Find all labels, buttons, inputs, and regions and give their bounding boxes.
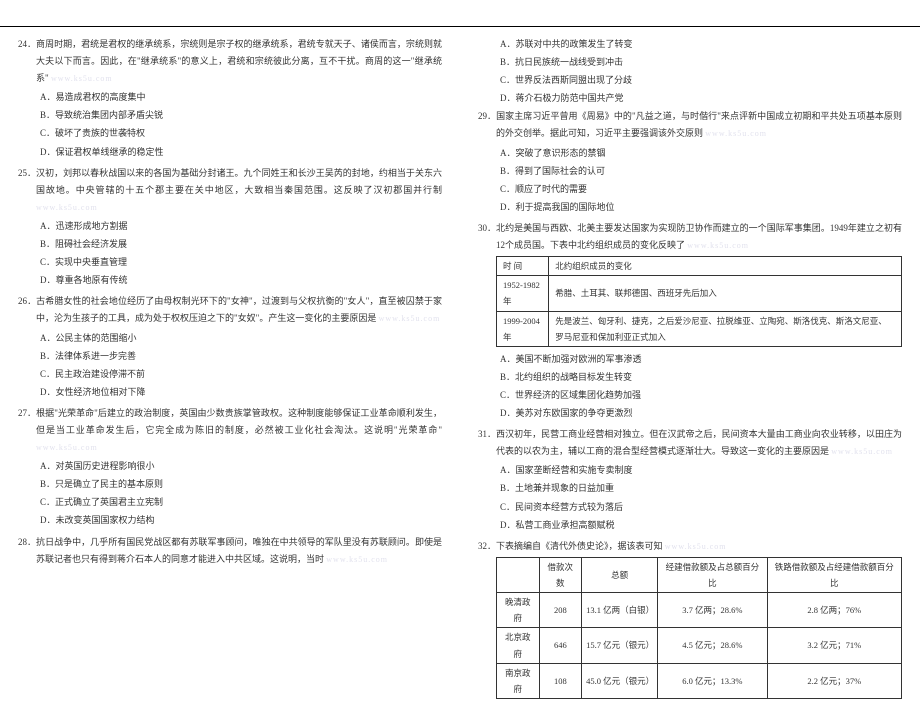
q32-r0c0: 晚清政府 — [497, 593, 540, 628]
q32-r2c1: 108 — [539, 663, 582, 698]
q32-r1c1: 646 — [539, 628, 582, 663]
q30-th-1: 北约组织成员的变化 — [549, 257, 902, 276]
q29-stem: 29．国家主席习近平曾用《周易》中的"凡益之道，与时偕行"来点评新中国成立初期和… — [478, 111, 902, 138]
watermark: www.ks5u.com — [687, 241, 749, 250]
q30-r1c1: 先是波兰、匈牙利、捷克，之后爱沙尼亚、拉脱维亚、立陶宛、斯洛伐克、斯洛文尼亚、罗… — [549, 311, 902, 346]
q28-option-d: D．蒋介石极力防范中国共产党 — [500, 90, 902, 107]
q30-option-b: B．北约组织的战略目标发生转变 — [500, 369, 902, 386]
q32-r0c3: 3.7 亿两；28.6% — [658, 593, 767, 628]
q27-option-a: A．对英国历史进程影响很小 — [40, 458, 442, 475]
q27-stem: 27．根据"光荣革命"后建立的政治制度，英国由少数贵族掌管政权。这种制度能够保证… — [18, 408, 442, 435]
question-27: 27．根据"光荣革命"后建立的政治制度，英国由少数贵族掌管政权。这种制度能够保证… — [18, 405, 442, 530]
q30-option-d: D．美苏对东欧国家的争夺更激烈 — [500, 405, 902, 422]
q24-option-c: C．破坏了贵族的世袭特权 — [40, 125, 442, 142]
q32-r1c3: 4.5 亿元；28.6% — [658, 628, 767, 663]
watermark: www.ks5u.com — [326, 555, 388, 564]
q25-option-c: C．实现中央垂直管理 — [40, 254, 442, 271]
watermark: www.ks5u.com — [379, 314, 441, 323]
q31-option-c: C．民间资本经营方式较为落后 — [500, 499, 902, 516]
q25-stem: 25．汉初，刘邦以春秋战国以来的各国为基础分封诸王。九个同姓王和长沙王吴芮的封地… — [18, 168, 442, 195]
watermark: www.ks5u.com — [665, 542, 727, 551]
question-25: 25．汉初，刘邦以春秋战国以来的各国为基础分封诸王。九个同姓王和长沙王吴芮的封地… — [18, 165, 442, 290]
question-30: 30．北约是美国与西欧、北美主要发达国家为实现防卫协作而建立的一个国际军事集团。… — [478, 220, 902, 422]
question-26: 26．古希腊女性的社会地位经历了由母权制光环下的"女神"，过渡到与父权抗衡的"女… — [18, 293, 442, 401]
q29-option-a: A．突破了意识形态的禁锢 — [500, 145, 902, 162]
q32-table: 借款次数 总额 经建借款额及占总额百分比 铁路借款额及占经建借款额百分比 晚清政… — [496, 557, 902, 699]
q32-r1c0: 北京政府 — [497, 628, 540, 663]
question-29: 29．国家主席习近平曾用《周易》中的"凡益之道，与时偕行"来点评新中国成立初期和… — [478, 108, 902, 216]
q32-r1c4: 3.2 亿元；71% — [767, 628, 901, 663]
q29-option-c: C．顺应了时代的需要 — [500, 181, 902, 198]
q31-option-b: B．土地兼并现象的日益加重 — [500, 480, 902, 497]
q29-option-d: D．利于提高我国的国际地位 — [500, 199, 902, 216]
question-24: 24．商周时期，君统是君权的继承统系，宗统则是宗子权的继承统系，君统专就天子、诸… — [18, 36, 442, 161]
q26-option-d: D．女性经济地位相对下降 — [40, 384, 442, 401]
q28-option-b: B．抗日民族统一战线受到冲击 — [500, 54, 902, 71]
question-28: 28．抗日战争中，几乎所有国民党战区都有苏联军事顾问，唯独在中共领导的军队里没有… — [18, 534, 442, 568]
q27-option-b: B．只是确立了民主的基本原则 — [40, 476, 442, 493]
q32-th-1: 借款次数 — [539, 557, 582, 592]
q31-option-a: A．国家垄断经营和实施专卖制度 — [500, 462, 902, 479]
q24-option-d: D．保证君权单线继承的稳定性 — [40, 144, 442, 161]
q32-r2c0: 南京政府 — [497, 663, 540, 698]
q32-r2c4: 2.2 亿元；37% — [767, 663, 901, 698]
q30-r0c0: 1952-1982年 — [497, 276, 549, 311]
watermark: www.ks5u.com — [705, 129, 767, 138]
q32-r0c4: 2.8 亿两；76% — [767, 593, 901, 628]
q32-th-4: 铁路借款额及占经建借款额百分比 — [767, 557, 901, 592]
q30-option-c: C．世界经济的区域集团化趋势加强 — [500, 387, 902, 404]
q30-table: 时 间 北约组织成员的变化 1952-1982年 希腊、土耳其、联邦德国、西班牙… — [496, 256, 902, 347]
q30-option-a: A．美国不断加强对欧洲的军事渗透 — [500, 351, 902, 368]
q30-r0c1: 希腊、土耳其、联邦德国、西班牙先后加入 — [549, 276, 902, 311]
left-column: 24．商周时期，君统是君权的继承统系，宗统则是宗子权的继承统系，君统专就天子、诸… — [18, 36, 442, 703]
q25-option-b: B．阻碍社会经济发展 — [40, 236, 442, 253]
question-32: 32．下表摘编自《清代外债史论》，据该表可知 www.ks5u.com 借款次数… — [478, 538, 902, 699]
q28-option-a: A．苏联对中共的政策发生了转变 — [500, 36, 902, 53]
q30-r1c0: 1999-2004年 — [497, 311, 549, 346]
q32-r2c2: 45.0 亿元（银元） — [582, 663, 658, 698]
q26-option-c: C．民主政治建设停滞不前 — [40, 366, 442, 383]
right-column: A．苏联对中共的政策发生了转变 B．抗日民族统一战线受到冲击 C．世界反法西斯同… — [478, 36, 902, 703]
watermark: www.ks5u.com — [36, 203, 98, 212]
q32-r1c2: 15.7 亿元（银元） — [582, 628, 658, 663]
q26-option-a: A．公民主体的范围缩小 — [40, 330, 442, 347]
q28-option-c: C．世界反法西斯同盟出现了分歧 — [500, 72, 902, 89]
q29-option-b: B．得到了国际社会的认可 — [500, 163, 902, 180]
q27-option-c: C．正式确立了英国君主立宪制 — [40, 494, 442, 511]
q25-option-a: A．迅速形成地方割据 — [40, 218, 442, 235]
q32-r0c1: 208 — [539, 593, 582, 628]
q32-r0c2: 13.1 亿两（白银） — [582, 593, 658, 628]
q24-option-a: A．易造成君权的高度集中 — [40, 89, 442, 106]
question-28-options: A．苏联对中共的政策发生了转变 B．抗日民族统一战线受到冲击 C．世界反法西斯同… — [478, 36, 902, 107]
question-31: 31．西汉初年，民营工商业经营相对独立。但在汉武帝之后，民间资本大量由工商业向农… — [478, 426, 902, 534]
q32-th-0 — [497, 557, 540, 592]
q26-option-b: B．法律体系进一步完善 — [40, 348, 442, 365]
watermark: www.ks5u.com — [831, 447, 893, 456]
q32-th-3: 经建借款额及占总额百分比 — [658, 557, 767, 592]
q32-stem: 32．下表摘编自《清代外债史论》，据该表可知 — [478, 541, 663, 551]
watermark: www.ks5u.com — [36, 443, 98, 452]
q31-option-d: D．私营工商业承担高额赋税 — [500, 517, 902, 534]
q25-option-d: D．尊重各地原有传统 — [40, 272, 442, 289]
q32-r2c3: 6.0 亿元；13.3% — [658, 663, 767, 698]
q32-th-2: 总额 — [582, 557, 658, 592]
watermark: www.ks5u.com — [51, 74, 113, 83]
q24-option-b: B．导致统治集团内部矛盾尖锐 — [40, 107, 442, 124]
q27-option-d: D．未改变英国国家权力结构 — [40, 512, 442, 529]
q30-th-0: 时 间 — [497, 257, 549, 276]
